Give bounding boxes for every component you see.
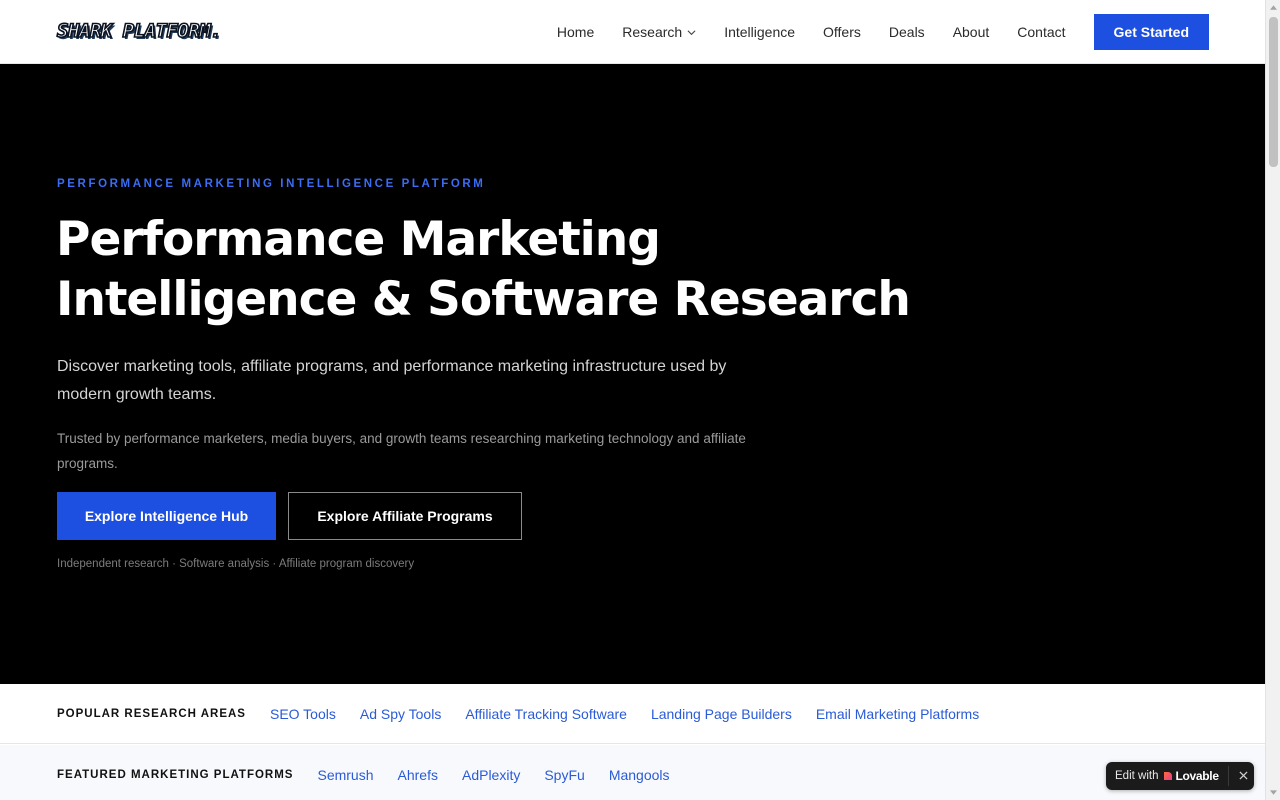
page-scrollbar[interactable] xyxy=(1265,0,1280,800)
hero-title-line2: Intelligence & Software Research xyxy=(56,272,911,327)
hero-trust-text: Trusted by performance marketers, media … xyxy=(57,431,746,471)
close-icon[interactable] xyxy=(1236,768,1250,782)
hero-eyebrow: PERFORMANCE MARKETING INTELLIGENCE PLATF… xyxy=(57,178,486,190)
research-link-email-marketing[interactable]: Email Marketing Platforms xyxy=(816,706,979,722)
logo[interactable]: SHARK PLATFORM. xyxy=(56,19,222,43)
platform-link-ahrefs[interactable]: Ahrefs xyxy=(398,767,438,783)
nav-research-label: Research xyxy=(622,24,683,40)
nav-research[interactable]: Research xyxy=(622,24,696,40)
nav-intelligence[interactable]: Intelligence xyxy=(724,24,795,40)
research-areas-label: POPULAR RESEARCH AREAS xyxy=(57,707,246,720)
explore-affiliate-programs-button[interactable]: Explore Affiliate Programs xyxy=(288,492,522,540)
research-link-affiliate-tracking[interactable]: Affiliate Tracking Software xyxy=(465,706,627,722)
main-nav: Home Research Intelligence Offers Deals … xyxy=(557,14,1209,50)
logo-text: SHARK PLATFORM. xyxy=(56,19,222,43)
research-link-seo-tools[interactable]: SEO Tools xyxy=(270,706,336,722)
platform-link-adplexity[interactable]: AdPlexity xyxy=(462,767,520,783)
site-header: SHARK PLATFORM. Home Research Intelligen… xyxy=(0,0,1265,64)
nav-deals[interactable]: Deals xyxy=(889,24,925,40)
research-link-ad-spy-tools[interactable]: Ad Spy Tools xyxy=(360,706,441,722)
scroll-down-icon[interactable] xyxy=(1266,785,1280,800)
scroll-up-icon[interactable] xyxy=(1266,0,1280,15)
featured-platforms-label: FEATURED MARKETING PLATFORMS xyxy=(57,769,294,781)
platform-link-mangools[interactable]: Mangools xyxy=(609,767,670,783)
lovable-heart-icon xyxy=(1164,772,1173,780)
explore-intelligence-hub-button[interactable]: Explore Intelligence Hub xyxy=(57,492,276,540)
hero-title-line1: Performance Marketing xyxy=(56,212,661,267)
platform-link-semrush[interactable]: Semrush xyxy=(317,767,373,783)
hero-section: PERFORMANCE MARKETING INTELLIGENCE PLATF… xyxy=(0,64,1265,684)
nav-home[interactable]: Home xyxy=(557,24,594,40)
nav-about[interactable]: About xyxy=(953,24,990,40)
nav-offers[interactable]: Offers xyxy=(823,24,861,40)
scrollbar-thumb[interactable] xyxy=(1269,17,1278,167)
badge-prefix: Edit with xyxy=(1115,770,1159,782)
platform-link-spyfu[interactable]: SpyFu xyxy=(544,767,584,783)
popular-research-areas: POPULAR RESEARCH AREAS SEO Tools Ad Spy … xyxy=(0,684,1265,744)
chevron-down-icon xyxy=(687,29,696,35)
research-link-landing-page-builders[interactable]: Landing Page Builders xyxy=(651,706,792,722)
badge-brand: Lovable xyxy=(1175,769,1219,783)
hero-title: Performance Marketing Intelligence & Sof… xyxy=(56,210,956,330)
nav-contact[interactable]: Contact xyxy=(1017,24,1065,40)
hero-lead: Discover marketing tools, affiliate prog… xyxy=(57,358,727,403)
badge-divider xyxy=(1228,766,1229,786)
get-started-button[interactable]: Get Started xyxy=(1093,14,1209,50)
edit-with-lovable-badge[interactable]: Edit with Lovable xyxy=(1106,762,1254,790)
page: SHARK PLATFORM. Home Research Intelligen… xyxy=(0,0,1265,800)
hero-tagline: Independent research · Software analysis… xyxy=(57,558,415,570)
featured-marketing-platforms: FEATURED MARKETING PLATFORMS Semrush Ahr… xyxy=(0,745,1265,800)
